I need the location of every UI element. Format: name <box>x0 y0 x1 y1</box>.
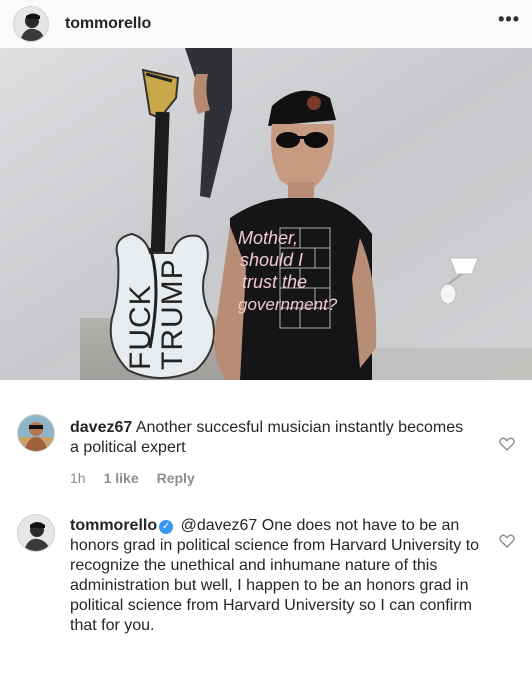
comment-likes[interactable]: 1 like <box>104 470 139 486</box>
heart-icon[interactable] <box>499 533 515 549</box>
guitar-text-1: FUCK <box>124 284 157 370</box>
shirt-line-4: government? <box>238 295 338 314</box>
shirt-line-3: trust the <box>242 272 307 292</box>
comment-mention[interactable]: @davez67 <box>181 517 258 534</box>
commenter-avatar[interactable] <box>17 514 55 552</box>
comment-body: tommorello ✓ @davez67 One does not have t… <box>70 516 485 636</box>
comment-text: One does not have to be an honors grad i… <box>70 517 480 634</box>
comment-body: davez67 Another succesful musician insta… <box>70 418 470 458</box>
avatar[interactable] <box>13 6 49 42</box>
shirt-line-2: should I <box>240 250 303 270</box>
heart-icon[interactable] <box>499 436 515 452</box>
guitar-text-2: TRUMP <box>156 258 189 370</box>
commenter-avatar[interactable] <box>17 414 55 452</box>
instagram-post: tommorello ••• FUCK TRUMP Mother, should… <box>0 0 532 683</box>
post-header: tommorello ••• <box>0 0 532 48</box>
comment-meta: 1h 1 like Reply <box>70 470 195 486</box>
post-photo[interactable]: FUCK TRUMP Mother, should I trust the go… <box>0 48 532 380</box>
reply-button[interactable]: Reply <box>157 470 195 486</box>
comment-username[interactable]: davez67 <box>70 419 132 436</box>
username[interactable]: tommorello <box>65 15 151 33</box>
verified-badge-icon: ✓ <box>159 520 174 534</box>
comment-username[interactable]: tommorello <box>70 517 157 534</box>
comment-time: 1h <box>70 470 86 486</box>
more-options-icon[interactable]: ••• <box>498 10 520 28</box>
comments-section: davez67 Another succesful musician insta… <box>0 380 532 683</box>
shirt-line-1: Mother, <box>238 228 298 248</box>
